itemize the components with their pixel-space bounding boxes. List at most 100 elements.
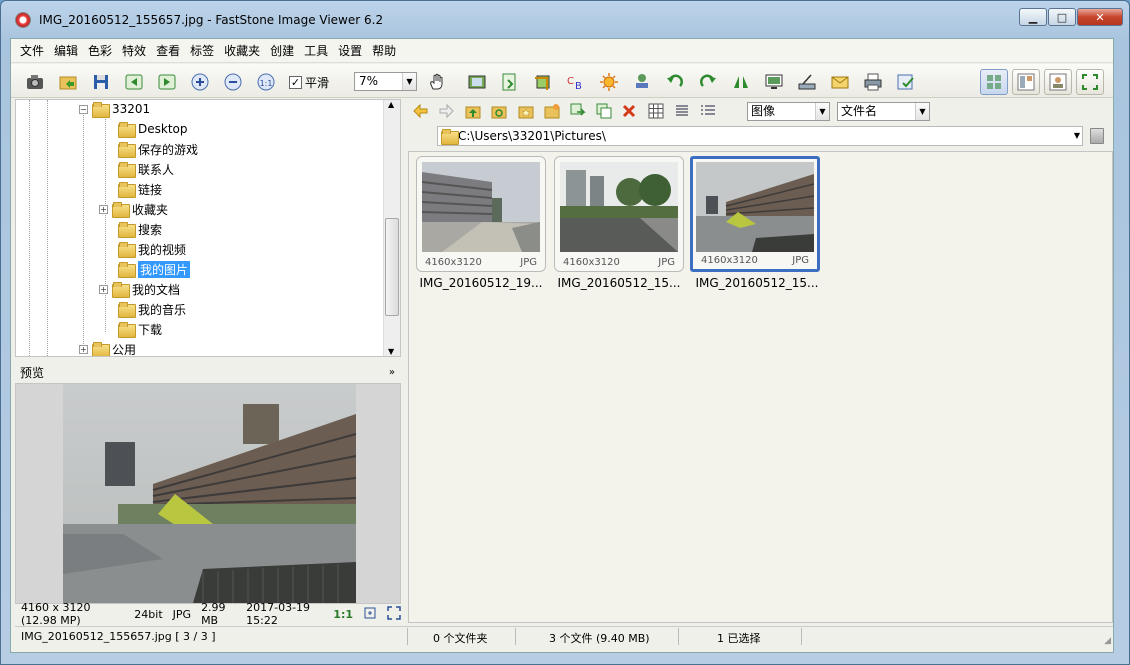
flip-icon[interactable] [730, 71, 752, 93]
color-balance-icon[interactable]: CB [565, 71, 587, 93]
filter-select[interactable]: 图像 ▼ [747, 102, 830, 121]
tree-item-desktop[interactable]: Desktop [118, 120, 188, 138]
thumbnail-card-selected[interactable]: 4160x3120 JPG [690, 156, 820, 272]
menu-effects[interactable]: 特效 [117, 42, 151, 59]
stamp-icon[interactable] [631, 71, 653, 93]
fullscreen-preview-icon[interactable] [387, 605, 401, 623]
thumbnail-dimensions: 4160x3120 [425, 257, 482, 268]
menu-favorites[interactable]: 收藏夹 [219, 42, 265, 59]
tree-item-saved-games[interactable]: 保存的游戏 [118, 140, 198, 158]
sort-select[interactable]: 文件名 ▼ [837, 102, 930, 121]
tree-scrollbar[interactable]: ▲ ▼ [383, 100, 400, 356]
tree-item-links[interactable]: 链接 [118, 180, 162, 198]
thumbnail-name[interactable]: IMG_20160512_15... [689, 276, 825, 290]
zoom-select[interactable]: 7% ▼ [354, 72, 417, 91]
camera-icon[interactable] [24, 71, 46, 93]
forward-arrow-icon[interactable] [437, 102, 455, 120]
smooth-checkbox[interactable]: ✓ 平滑 [289, 74, 329, 91]
collapse-icon[interactable]: − [79, 104, 88, 114]
tree-node-public[interactable]: + 公用 [79, 340, 136, 356]
scan-icon[interactable] [796, 71, 818, 93]
status-file-count: 3 个文件 (9.40 MB) [549, 632, 650, 645]
scroll-down-icon[interactable]: ▼ [388, 347, 394, 356]
minimize-button[interactable]: ▁ [1019, 8, 1047, 26]
thumbnail-card[interactable]: 4160x3120 JPG [554, 156, 684, 272]
save-icon[interactable] [90, 71, 112, 93]
menu-create[interactable]: 创建 [265, 42, 299, 59]
tree-item-searches[interactable]: 搜索 [118, 220, 162, 238]
menu-colors[interactable]: 色彩 [83, 42, 117, 59]
back-arrow-icon[interactable] [412, 102, 430, 120]
scroll-up-icon[interactable]: ▲ [388, 100, 394, 109]
rotate-left-icon[interactable] [664, 71, 686, 93]
move-to-icon[interactable] [569, 102, 587, 120]
tree-item-music[interactable]: 我的音乐 [118, 300, 186, 318]
hand-tool-icon[interactable] [426, 71, 448, 93]
zoom-in-icon[interactable] [189, 71, 211, 93]
email-icon[interactable] [829, 71, 851, 93]
resize-grip-icon[interactable]: ◢ [1104, 636, 1111, 646]
actual-size-icon[interactable]: 1:1 [255, 71, 277, 93]
details-view-icon[interactable] [699, 102, 717, 120]
thumbnail-name[interactable]: IMG_20160512_15... [551, 276, 687, 290]
menu-edit[interactable]: 编辑 [49, 42, 83, 59]
expand-icon[interactable]: + [99, 204, 108, 214]
expand-icon[interactable]: + [79, 344, 88, 354]
path-input[interactable]: C:\Users\33201\Pictures\ ▼ [437, 126, 1083, 146]
list-view-icon[interactable] [673, 102, 691, 120]
previous-icon[interactable] [123, 71, 145, 93]
print-icon[interactable] [862, 71, 884, 93]
menu-settings[interactable]: 设置 [333, 42, 367, 59]
rotate-right-icon[interactable] [697, 71, 719, 93]
slideshow-icon[interactable] [466, 71, 488, 93]
next-icon[interactable] [156, 71, 178, 93]
menu-help[interactable]: 帮助 [367, 42, 401, 59]
copy-icon[interactable] [595, 102, 613, 120]
menu-file[interactable]: 文件 [15, 42, 49, 59]
chevron-down-icon: ▼ [402, 73, 416, 90]
tree-item-contacts[interactable]: 联系人 [118, 160, 174, 178]
tree-item-downloads[interactable]: 下载 [118, 320, 162, 338]
tree-label: 搜索 [138, 222, 163, 237]
thumbnail-name[interactable]: IMG_20160512_19... [413, 276, 549, 290]
batch-icon[interactable] [895, 71, 917, 93]
fit-icon[interactable] [363, 606, 377, 623]
tree-item-videos[interactable]: 我的视频 [118, 240, 186, 258]
actual-size-button[interactable]: 1:1 [333, 608, 353, 621]
title-bar[interactable]: IMG_20160512_155657.jpg - FastStone Imag… [1, 1, 1129, 37]
menu-view[interactable]: 查看 [151, 42, 185, 59]
expand-icon[interactable]: + [99, 284, 108, 294]
thumbnail-view-button[interactable] [980, 69, 1008, 95]
menu-tools[interactable]: 工具 [299, 42, 333, 59]
refresh-icon[interactable] [490, 102, 508, 120]
single-view-button[interactable] [1044, 69, 1072, 95]
tree-label: 我的视频 [138, 242, 187, 257]
new-folder-icon[interactable] [543, 102, 561, 120]
maximize-button[interactable]: □ [1048, 8, 1076, 26]
tree-node-33201[interactable]: − 33201 [79, 100, 150, 118]
folder-tree[interactable]: − 33201 Desktop 保存的游戏 联系人 链接 + 收藏夹 搜索 我的视… [15, 99, 401, 357]
brightness-icon[interactable] [598, 71, 620, 93]
copy-to-icon[interactable] [499, 71, 521, 93]
favorite-folder-icon[interactable] [517, 102, 535, 120]
chevron-down-icon[interactable]: ▼ [1074, 127, 1080, 145]
delete-icon[interactable] [620, 102, 638, 120]
open-folder-icon[interactable] [57, 71, 79, 93]
crop-icon[interactable] [532, 71, 554, 93]
client-area: 文件 编辑 色彩 特效 查看 标签 收藏夹 创建 工具 设置 帮助 1:1 ✓ … [10, 38, 1114, 653]
close-button[interactable]: ✕ [1077, 8, 1123, 26]
trash-icon[interactable] [1090, 128, 1104, 144]
explorer-view-button[interactable] [1012, 69, 1040, 95]
collapse-chevron-icon[interactable]: » [389, 364, 395, 382]
wallpaper-icon[interactable] [763, 71, 785, 93]
tree-item-pictures[interactable]: 我的图片 [118, 260, 191, 278]
tree-item-documents[interactable]: + 我的文档 [99, 280, 180, 298]
fullscreen-button[interactable] [1076, 69, 1104, 95]
up-folder-icon[interactable] [464, 102, 482, 120]
zoom-out-icon[interactable] [222, 71, 244, 93]
thumbnail-card[interactable]: 4160x3120 JPG [416, 156, 546, 272]
thumbnails-view-icon[interactable] [647, 102, 665, 120]
scrollbar-thumb[interactable] [385, 218, 399, 316]
tree-item-favorites[interactable]: + 收藏夹 [99, 200, 168, 218]
menu-tags[interactable]: 标签 [185, 42, 219, 59]
